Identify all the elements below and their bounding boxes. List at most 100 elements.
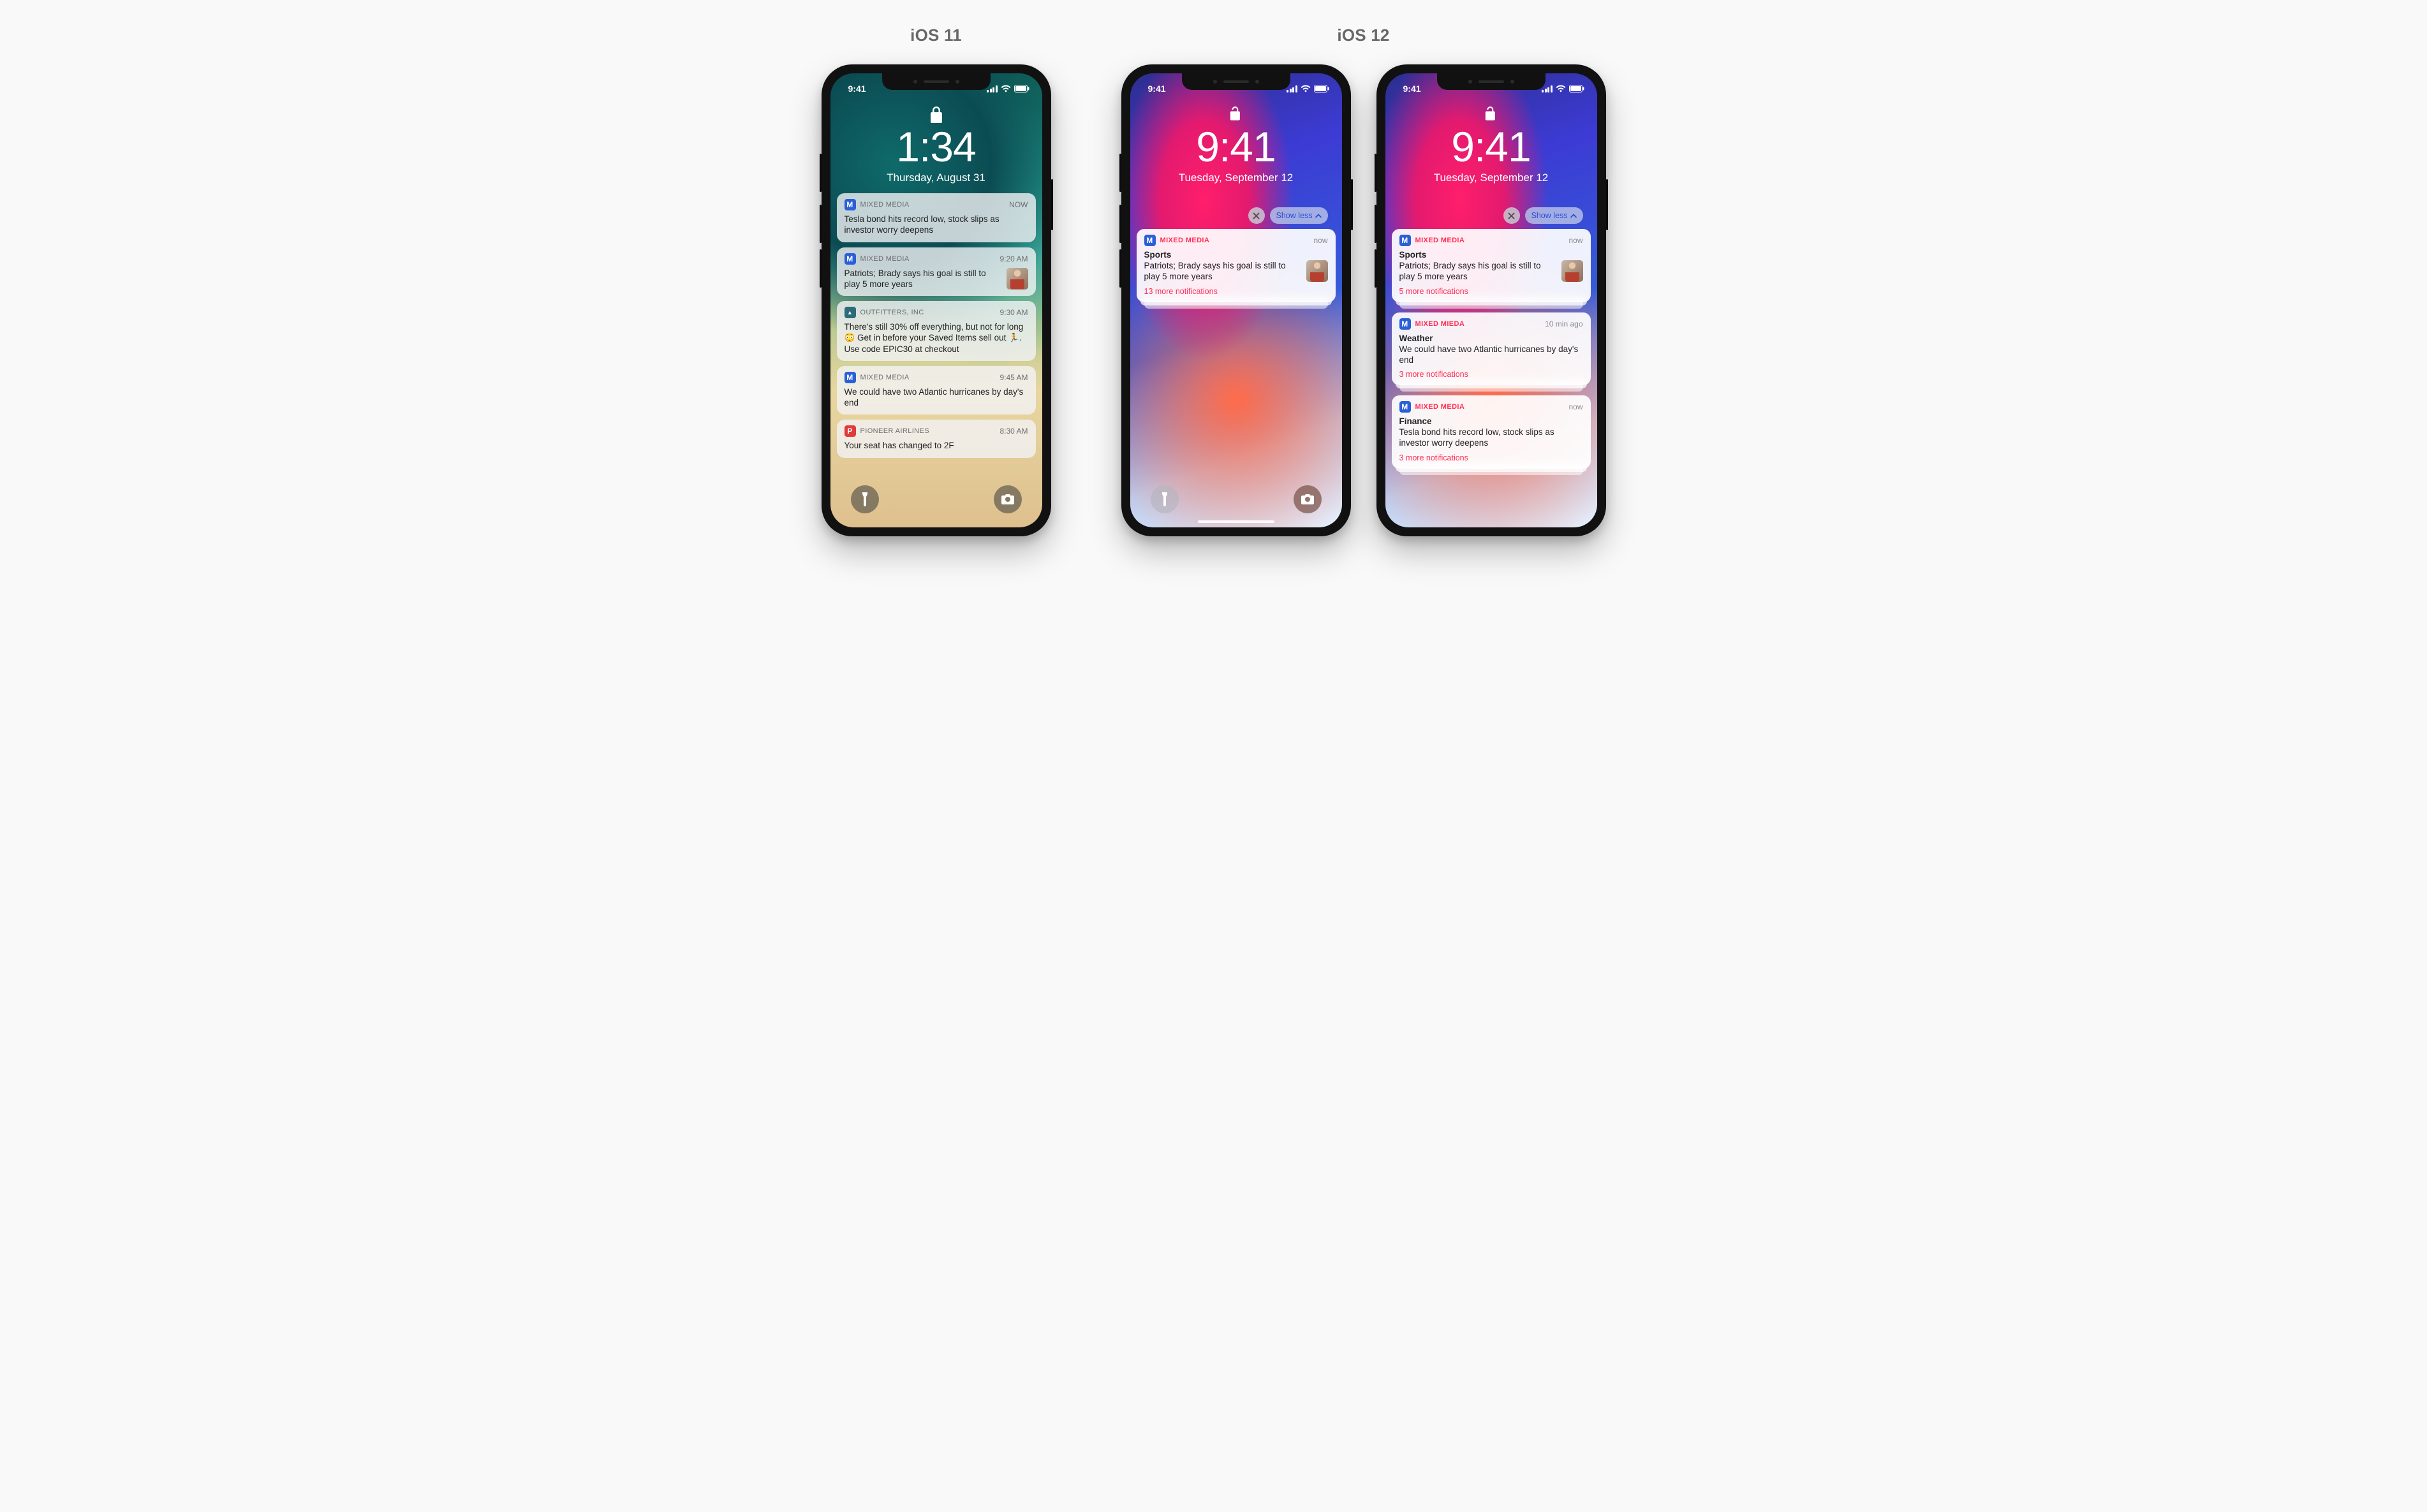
app-name: MIXED MEDIA bbox=[1415, 403, 1465, 411]
notification-card[interactable]: P PIONEER AIRLINES 8:30 AM Your seat has… bbox=[837, 420, 1036, 457]
notification-stack[interactable]: m MIXED MEDIA now Sports Patriots; Brady… bbox=[1392, 229, 1591, 302]
camera-button[interactable] bbox=[994, 485, 1022, 513]
notification-card[interactable]: m MIXED MEDIA now Finance Tesla bond hit… bbox=[1392, 395, 1591, 469]
screen-ios11[interactable]: 9:41 1:34 bbox=[830, 73, 1042, 527]
phone-ios11: 9:41 1:34 bbox=[822, 64, 1051, 536]
notification-title: Sports bbox=[1399, 250, 1583, 260]
notification-body: Your seat has changed to 2F bbox=[845, 440, 1028, 451]
notification-card[interactable]: m MIXED MEDIA 9:20 AM Patriots; Brady sa… bbox=[837, 247, 1036, 297]
more-count: 3 more notifications bbox=[1399, 370, 1583, 379]
home-indicator[interactable] bbox=[1198, 520, 1274, 523]
app-icon: m bbox=[845, 372, 856, 383]
notification-thumbnail bbox=[1007, 268, 1028, 290]
notification-body: Patriots; Brady says his goal is still t… bbox=[1399, 260, 1555, 283]
notification-card[interactable]: m MIXED MEDIA NOW Tesla bond hits record… bbox=[837, 193, 1036, 242]
battery-icon bbox=[1014, 85, 1029, 92]
phone-ios12-b: 9:41 9:41 Tuesday, September 12 bbox=[1376, 64, 1606, 536]
more-count: 3 more notifications bbox=[1399, 453, 1583, 462]
status-time: 9:41 bbox=[1403, 84, 1421, 94]
notification-time: 10 min ago bbox=[1545, 319, 1582, 328]
notification-list-ios12-a[interactable]: Show less m MIXED MEDIA now bbox=[1130, 184, 1342, 302]
notification-body: Tesla bond hits record low, stock slips … bbox=[845, 214, 1028, 236]
quick-actions bbox=[1130, 485, 1342, 513]
notification-time: now bbox=[1568, 236, 1582, 245]
app-icon: m bbox=[1144, 235, 1156, 246]
clock-date: Tuesday, September 12 bbox=[1385, 172, 1597, 184]
status-time: 9:41 bbox=[1148, 84, 1166, 94]
notification-time: 9:30 AM bbox=[1000, 308, 1028, 317]
phone-ios12-a: 9:41 9:41 Tuesday, September 12 bbox=[1121, 64, 1351, 536]
notification-card[interactable]: m MIXED MIEDA 10 min ago Weather We coul… bbox=[1392, 312, 1591, 386]
more-count: 5 more notifications bbox=[1399, 287, 1583, 296]
notification-body: Patriots; Brady says his goal is still t… bbox=[845, 268, 1000, 290]
notification-body: There's still 30% off everything, but no… bbox=[845, 321, 1028, 355]
notification-card[interactable]: m MIXED MEDIA now Sports Patriots; Brady… bbox=[1392, 229, 1591, 302]
app-icon: ▲ bbox=[845, 307, 856, 318]
clock-time: 9:41 bbox=[1130, 126, 1342, 168]
app-name: MIXED MEDIA bbox=[1160, 237, 1210, 244]
notification-stack[interactable]: m MIXED MEDIA now Sports Patriots; Brady… bbox=[1137, 229, 1336, 302]
notification-stack[interactable]: m MIXED MEDIA now Finance Tesla bond hit… bbox=[1392, 395, 1591, 469]
app-name: OUTFITTERS, INC bbox=[860, 309, 924, 316]
app-name: MIXED MIEDA bbox=[1415, 320, 1465, 328]
app-icon: m bbox=[1399, 318, 1411, 330]
flashlight-button[interactable] bbox=[1151, 485, 1179, 513]
app-name: MIXED MEDIA bbox=[1415, 237, 1465, 244]
app-icon: m bbox=[1399, 235, 1411, 246]
app-name: MIXED MEDIA bbox=[860, 201, 910, 209]
more-count: 13 more notifications bbox=[1144, 287, 1328, 296]
notification-title: Sports bbox=[1144, 250, 1328, 260]
notification-list-ios12-b[interactable]: Show less m MIXED MEDIA now bbox=[1385, 184, 1597, 469]
app-icon: m bbox=[1399, 401, 1411, 413]
clock-date: Thursday, August 31 bbox=[830, 172, 1042, 184]
notification-time: 9:20 AM bbox=[1000, 254, 1028, 263]
notification-title: Finance bbox=[1399, 416, 1583, 426]
lock-icon bbox=[930, 106, 943, 123]
notification-time: NOW bbox=[1009, 200, 1028, 209]
notification-thumbnail bbox=[1306, 260, 1328, 282]
clock-time: 1:34 bbox=[830, 126, 1042, 168]
ios11-group: iOS 11 9:41 bbox=[822, 26, 1051, 536]
app-icon: P bbox=[845, 425, 856, 437]
show-less-label: Show less bbox=[1531, 211, 1568, 220]
comparison-stage: iOS 11 9:41 bbox=[822, 26, 1606, 536]
notification-stack[interactable]: m MIXED MIEDA 10 min ago Weather We coul… bbox=[1392, 312, 1591, 386]
clock-date: Tuesday, September 12 bbox=[1130, 172, 1342, 184]
dismiss-button[interactable] bbox=[1248, 207, 1265, 224]
ios11-label: iOS 11 bbox=[910, 26, 962, 45]
screen-ios12-a[interactable]: 9:41 9:41 Tuesday, September 12 bbox=[1130, 73, 1342, 527]
notification-time: now bbox=[1313, 236, 1327, 245]
notification-time: 8:30 AM bbox=[1000, 427, 1028, 436]
app-name: MIXED MEDIA bbox=[860, 255, 910, 263]
app-icon: m bbox=[845, 253, 856, 265]
notch bbox=[882, 73, 991, 90]
flashlight-button[interactable] bbox=[851, 485, 879, 513]
wifi-icon bbox=[1001, 85, 1011, 92]
status-time: 9:41 bbox=[848, 84, 866, 94]
ios12-group: iOS 12 9:41 bbox=[1121, 26, 1606, 536]
notch bbox=[1437, 73, 1545, 90]
app-name: MIXED MEDIA bbox=[860, 374, 910, 381]
screen-ios12-b[interactable]: 9:41 9:41 Tuesday, September 12 bbox=[1385, 73, 1597, 527]
notification-list-ios11[interactable]: m MIXED MEDIA NOW Tesla bond hits record… bbox=[830, 184, 1042, 458]
dismiss-button[interactable] bbox=[1503, 207, 1520, 224]
clock-time: 9:41 bbox=[1385, 126, 1597, 168]
signal-icon bbox=[987, 85, 998, 92]
battery-icon bbox=[1314, 85, 1329, 92]
notification-card[interactable]: ▲ OUTFITTERS, INC 9:30 AM There's still … bbox=[837, 301, 1036, 361]
notification-time: now bbox=[1568, 402, 1582, 411]
notification-body: Patriots; Brady says his goal is still t… bbox=[1144, 260, 1300, 283]
notch bbox=[1182, 73, 1290, 90]
ios12-label: iOS 12 bbox=[1337, 26, 1389, 45]
wifi-icon bbox=[1301, 85, 1311, 92]
show-less-button[interactable]: Show less bbox=[1525, 207, 1583, 224]
notification-card[interactable]: m MIXED MEDIA 9:45 AM We could have two … bbox=[837, 366, 1036, 415]
chevron-up-icon bbox=[1570, 214, 1577, 218]
notification-thumbnail bbox=[1561, 260, 1583, 282]
show-less-button[interactable]: Show less bbox=[1270, 207, 1328, 224]
chevron-up-icon bbox=[1315, 214, 1322, 218]
notification-card[interactable]: m MIXED MEDIA now Sports Patriots; Brady… bbox=[1137, 229, 1336, 302]
camera-button[interactable] bbox=[1294, 485, 1322, 513]
battery-icon bbox=[1569, 85, 1584, 92]
app-name: PIONEER AIRLINES bbox=[860, 427, 930, 435]
